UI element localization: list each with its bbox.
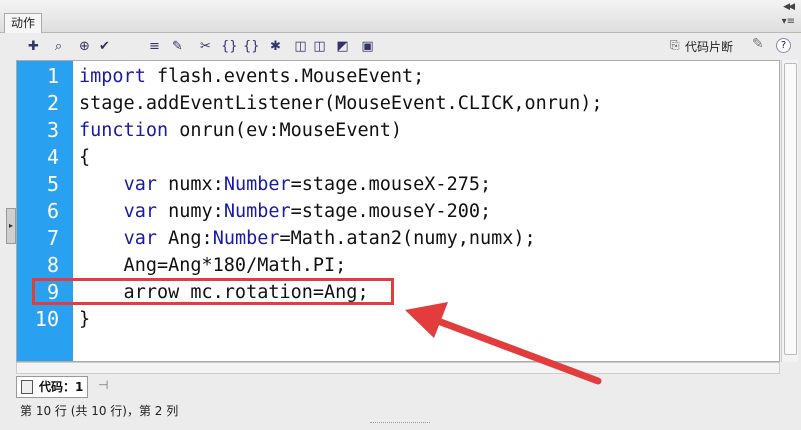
tab-code-1-label: 代码：1: [39, 380, 84, 394]
pin-script-icon[interactable]: ⊣: [98, 378, 108, 392]
document-icon: [21, 380, 33, 394]
status-bar: 第 10 行 (共 10 行)，第 2 列: [20, 404, 179, 418]
annotation-arrow: [405, 302, 602, 385]
resize-grip[interactable]: [370, 422, 430, 429]
tab-code-1[interactable]: 代码：1: [16, 376, 89, 398]
